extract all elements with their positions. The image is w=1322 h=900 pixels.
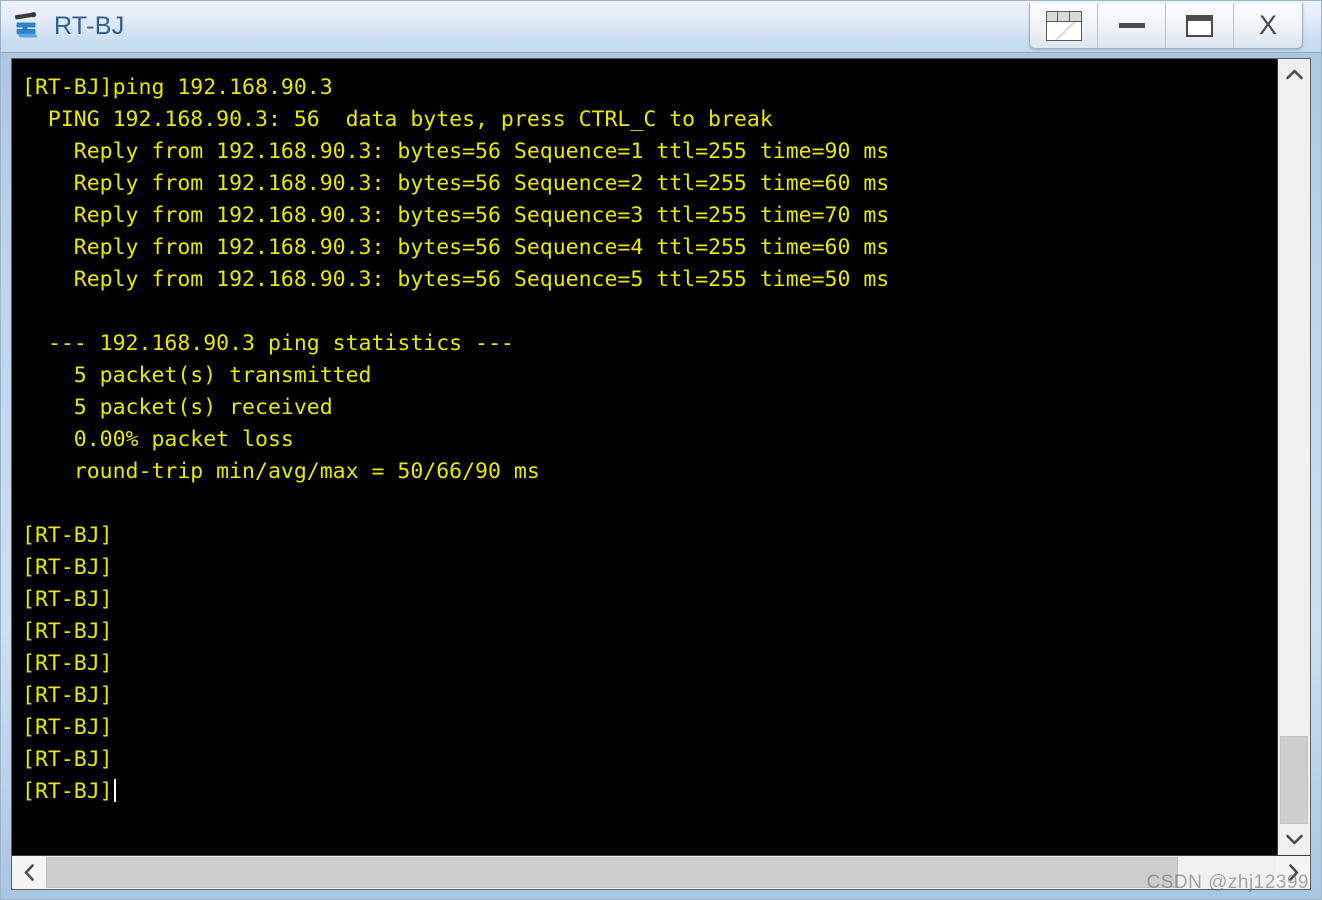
scroll-left-button[interactable]: [12, 856, 46, 889]
vertical-scroll-thumb[interactable]: [1280, 735, 1308, 824]
maximize-button[interactable]: [1166, 3, 1234, 48]
terminal-line: 0.00% packet loss: [22, 427, 294, 452]
terminal-line: [RT-BJ]: [22, 715, 113, 740]
window-controls: X: [1029, 3, 1303, 49]
terminal-line: Reply from 192.168.90.3: bytes=56 Sequen…: [22, 139, 890, 164]
window-body: [RT-BJ]ping 192.168.90.3 PING 192.168.90…: [1, 53, 1321, 899]
terminal-prompt: [RT-BJ]: [22, 779, 113, 804]
terminal-line: Reply from 192.168.90.3: bytes=56 Sequen…: [22, 235, 890, 260]
terminal-line: [RT-BJ]: [22, 651, 113, 676]
minimize-icon: [1118, 23, 1145, 28]
chevron-down-icon: [1285, 834, 1303, 845]
terminal-line: 5 packet(s) received: [22, 395, 333, 420]
restore-all-icon: [1044, 10, 1084, 41]
terminal-line: PING 192.168.90.3: 56 data bytes, press …: [22, 107, 773, 132]
window-title: RT-BJ: [54, 12, 125, 40]
terminal-line: [RT-BJ]: [22, 619, 113, 644]
terminal-line: [RT-BJ]: [22, 683, 113, 708]
terminal-line: Reply from 192.168.90.3: bytes=56 Sequen…: [22, 267, 890, 292]
terminal-active-prompt-line[interactable]: [RT-BJ]: [22, 776, 1277, 808]
terminal-line: --- 192.168.90.3 ping statistics ---: [22, 331, 514, 356]
console-shell: [RT-BJ]ping 192.168.90.3 PING 192.168.90…: [11, 58, 1311, 890]
chevron-right-icon: [1288, 864, 1298, 881]
console-row: [RT-BJ]ping 192.168.90.3 PING 192.168.90…: [12, 59, 1310, 855]
terminal-line: [RT-BJ]: [22, 747, 113, 772]
terminal-cursor: [113, 779, 116, 802]
terminal-line: Reply from 192.168.90.3: bytes=56 Sequen…: [22, 171, 890, 196]
chevron-up-icon: [1285, 69, 1303, 80]
restore-multi-button[interactable]: [1030, 3, 1098, 48]
horizontal-scrollbar[interactable]: [12, 855, 1310, 889]
router-cli-window: RT-BJ X [RT-BJ]ping 192.168.90.3 PING 19…: [0, 0, 1322, 900]
vertical-scrollbar[interactable]: [1277, 59, 1310, 855]
terminal-line: Reply from 192.168.90.3: bytes=56 Sequen…: [22, 203, 890, 228]
terminal-line: [RT-BJ]: [22, 555, 113, 580]
terminal-line: [RT-BJ]: [22, 523, 113, 548]
window-titlebar[interactable]: RT-BJ X: [1, 1, 1321, 53]
terminal-output[interactable]: [RT-BJ]ping 192.168.90.3 PING 192.168.90…: [12, 59, 1277, 855]
minimize-button[interactable]: [1098, 3, 1166, 48]
close-button[interactable]: X: [1234, 3, 1302, 48]
titlebar-identity: RT-BJ: [11, 10, 125, 44]
router-device-icon: [11, 10, 45, 44]
scroll-right-button[interactable]: [1276, 856, 1310, 889]
close-icon: X: [1258, 10, 1277, 40]
vertical-scroll-track[interactable]: [1278, 90, 1310, 824]
scroll-down-button[interactable]: [1278, 824, 1310, 855]
horizontal-scroll-thumb[interactable]: [46, 857, 1178, 888]
terminal-line: 5 packet(s) transmitted: [22, 363, 372, 388]
horizontal-scroll-track[interactable]: [46, 856, 1276, 889]
terminal-line: round-trip min/avg/max = 50/66/90 ms: [22, 459, 540, 484]
terminal-line: [RT-BJ]: [22, 587, 113, 612]
chevron-left-icon: [24, 864, 34, 881]
maximize-icon: [1186, 14, 1213, 37]
terminal-line: [RT-BJ]ping 192.168.90.3: [22, 75, 333, 100]
scroll-up-button[interactable]: [1278, 59, 1310, 90]
